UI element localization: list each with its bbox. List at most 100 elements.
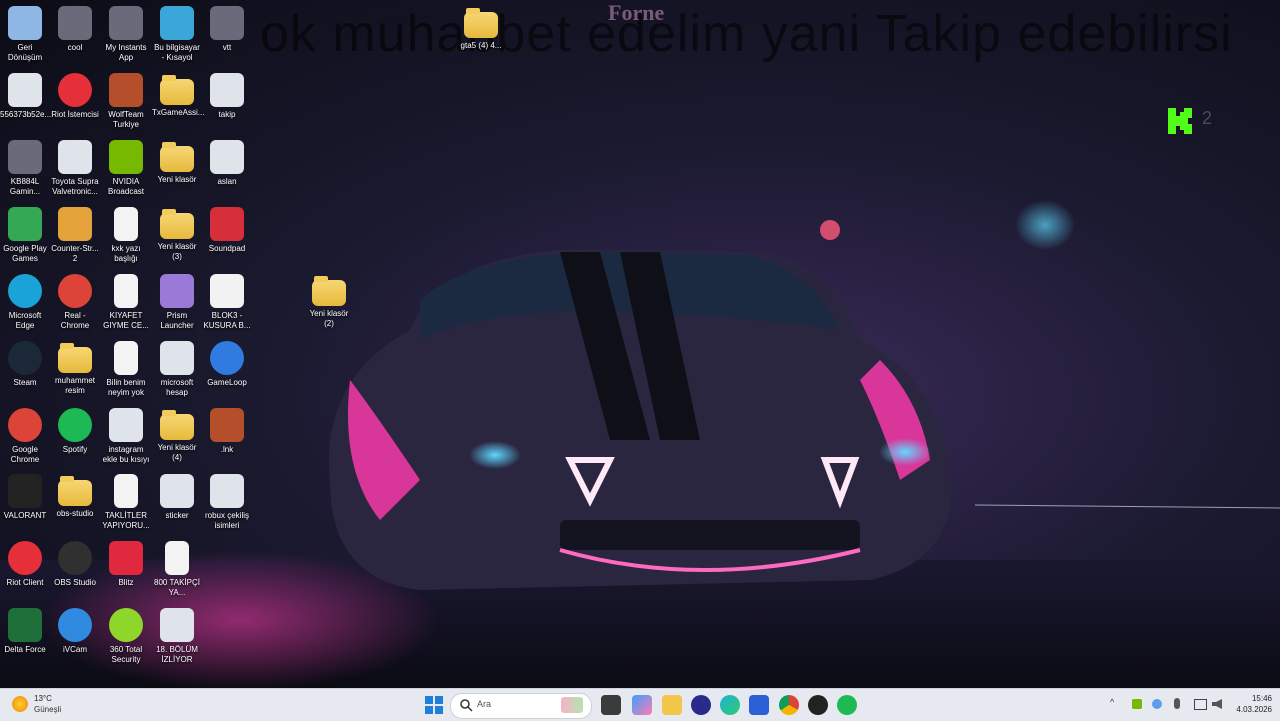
- desktop-icon-label: Bilin benim neyim yok: [106, 378, 146, 397]
- desktop-icon[interactable]: Real - Chrome: [50, 274, 100, 331]
- app-icon: [58, 6, 92, 40]
- desktop-icon[interactable]: iVCam: [50, 608, 100, 655]
- obs-taskbar-button[interactable]: [808, 695, 828, 715]
- edge-icon: [8, 274, 42, 308]
- desktop-icon[interactable]: GameLoop: [202, 341, 252, 388]
- kick-logo-icon: 2: [1166, 106, 1212, 136]
- desktop-icon[interactable]: 556373b52e...: [0, 73, 52, 120]
- desktop-icon-label: cool: [67, 43, 83, 52]
- task-view-button[interactable]: [601, 695, 621, 715]
- security-icon: [109, 608, 143, 642]
- desktop-icon[interactable]: Blitz: [101, 541, 151, 588]
- desktop-icon[interactable]: Bilin benim neyim yok: [101, 341, 151, 398]
- taskbar-search[interactable]: Ara: [450, 693, 592, 719]
- desktop-icon[interactable]: obs-studio: [50, 474, 100, 519]
- desktop-icon[interactable]: Yeni klasör: [152, 140, 202, 185]
- desktop-icon[interactable]: My Instants App: [101, 6, 151, 63]
- desktop-icon[interactable]: Yeni klasör (2): [304, 274, 354, 329]
- desktop-icon[interactable]: Microsoft Edge: [0, 274, 50, 331]
- desktop-icon[interactable]: TxGameAssi...: [152, 73, 204, 118]
- tray-security-icon[interactable]: [1152, 699, 1162, 709]
- desktop-icon[interactable]: robux çekiliş isimleri: [202, 474, 252, 531]
- desktop-icon[interactable]: vtt: [202, 6, 252, 53]
- show-hidden-icons-button[interactable]: ^: [1110, 697, 1114, 707]
- edge-taskbar-button[interactable]: [720, 695, 740, 715]
- desktop-icon-label: Yeni klasör (4): [157, 443, 197, 462]
- widgets-button[interactable]: [632, 695, 652, 715]
- desktop-icon[interactable]: Counter-Str... 2: [50, 207, 100, 264]
- spotify-icon: [58, 408, 92, 442]
- desktop-icon[interactable]: KIYAFET GIYME CE...: [101, 274, 151, 331]
- desktop-icon-label: Geri Dönüşüm: [7, 43, 43, 62]
- desktop-icon[interactable]: Riot İstemcisi: [50, 73, 100, 120]
- riot-icon: [8, 541, 42, 575]
- nvidia-icon: [109, 140, 143, 174]
- desktop-icon-label: obs-studio: [56, 509, 94, 518]
- desktop-icon-label: TAKLİTLER YAPIYORU...: [102, 511, 150, 530]
- network-icon[interactable]: [1194, 699, 1207, 710]
- desktop-icon-label: vtt: [222, 43, 232, 52]
- desktop-icon[interactable]: Yeni klasör (4): [152, 408, 202, 463]
- desktop-icon-label: Yeni klasör (2): [309, 309, 349, 328]
- desktop-icon[interactable]: Google Play Games: [0, 207, 50, 264]
- desktop-icon-label: aslan: [217, 177, 237, 186]
- desktop-icon[interactable]: 360 Total Security: [101, 608, 151, 665]
- desktop-icon[interactable]: KB884L Gamin...: [0, 140, 50, 197]
- desktop-icon[interactable]: Spotify: [50, 408, 100, 455]
- desktop-icon[interactable]: gta5 (4) 4...: [456, 6, 506, 51]
- chrome-taskbar-button[interactable]: [779, 695, 799, 715]
- folder-icon: [160, 75, 194, 105]
- desktop-icon-label: Microsoft Edge: [8, 311, 42, 330]
- image-icon: [160, 474, 194, 508]
- desktop-icon[interactable]: cool: [50, 6, 100, 53]
- desktop-icon[interactable]: Google Chrome: [0, 408, 50, 465]
- desktop-icon[interactable]: Soundpad: [202, 207, 252, 254]
- desktop-icon-label: Blitz: [118, 578, 134, 587]
- desktop-icon[interactable]: NVIDIA Broadcast: [101, 140, 151, 197]
- desktop-icon[interactable]: Steam: [0, 341, 50, 388]
- desktop-icon-label: KIYAFET GIYME CE...: [103, 311, 149, 330]
- desktop-icon-label: sticker: [165, 511, 189, 520]
- desktop-icon[interactable]: 18. BÖLÜM İZLİYOR: [152, 608, 202, 665]
- desktop-icon-label: Bu bilgisayar - Kısayol: [154, 43, 200, 62]
- folder-icon: [160, 142, 194, 172]
- game-icon: [210, 408, 244, 442]
- taskbar-app-circle[interactable]: [691, 695, 711, 715]
- file-explorer-button[interactable]: [662, 695, 682, 715]
- desktop-icon[interactable]: .lnk: [202, 408, 252, 455]
- volume-icon[interactable]: [1212, 699, 1222, 709]
- start-button[interactable]: [424, 695, 444, 715]
- desktop-icon[interactable]: Prism Launcher: [152, 274, 202, 331]
- desktop-icon[interactable]: Riot Client: [0, 541, 50, 588]
- desktop-icon[interactable]: instagram ekle bu kısıyı: [101, 408, 151, 465]
- tray-app-icon[interactable]: [1132, 699, 1142, 709]
- desktop-icon[interactable]: muhammet resim: [50, 341, 100, 396]
- desktop-icon[interactable]: 800 TAKİPÇİ YA...: [152, 541, 202, 598]
- desktop-icon[interactable]: WolfTeam Turkiye: [101, 73, 151, 130]
- desktop-icon[interactable]: Yeni klasör (3): [152, 207, 202, 262]
- desktop-icon[interactable]: Toyota Supra Valvetronic...: [50, 140, 100, 197]
- desktop-icon[interactable]: takip: [202, 73, 252, 120]
- app-icon: [210, 6, 244, 40]
- desktop-icon[interactable]: Geri Dönüşüm: [0, 6, 50, 63]
- desktop-icon[interactable]: TAKLİTLER YAPIYORU...: [101, 474, 151, 531]
- desktop-icon[interactable]: Delta Force: [0, 608, 50, 655]
- desktop-icon[interactable]: BLOK3 - KUSURA B...: [202, 274, 252, 331]
- desktop-icon[interactable]: microsoft hesap: [152, 341, 202, 398]
- clock-time: 15:46: [1251, 694, 1272, 703]
- desktop-icon[interactable]: aslan: [202, 140, 252, 187]
- desktop-icon[interactable]: Bu bilgisayar - Kısayol: [152, 6, 202, 63]
- desktop-icon[interactable]: OBS Studio: [50, 541, 100, 588]
- microphone-icon[interactable]: [1174, 698, 1180, 709]
- system-clock[interactable]: 15:46 4.03.2026: [1228, 693, 1272, 715]
- spotify-taskbar-button[interactable]: [837, 695, 857, 715]
- desktop-icon-label: muhammet resim: [54, 376, 95, 395]
- desktop-icon[interactable]: sticker: [152, 474, 202, 521]
- desktop-icon-label: Real - Chrome: [60, 311, 90, 330]
- desktop-icon[interactable]: VALORANT: [0, 474, 50, 521]
- image-icon: [109, 408, 143, 442]
- store-taskbar-button[interactable]: [749, 695, 769, 715]
- desktop-icon-label: 556373b52e...: [0, 110, 52, 119]
- desktop-icon[interactable]: kxk yazı başlığı: [101, 207, 151, 264]
- cs2-icon: [58, 207, 92, 241]
